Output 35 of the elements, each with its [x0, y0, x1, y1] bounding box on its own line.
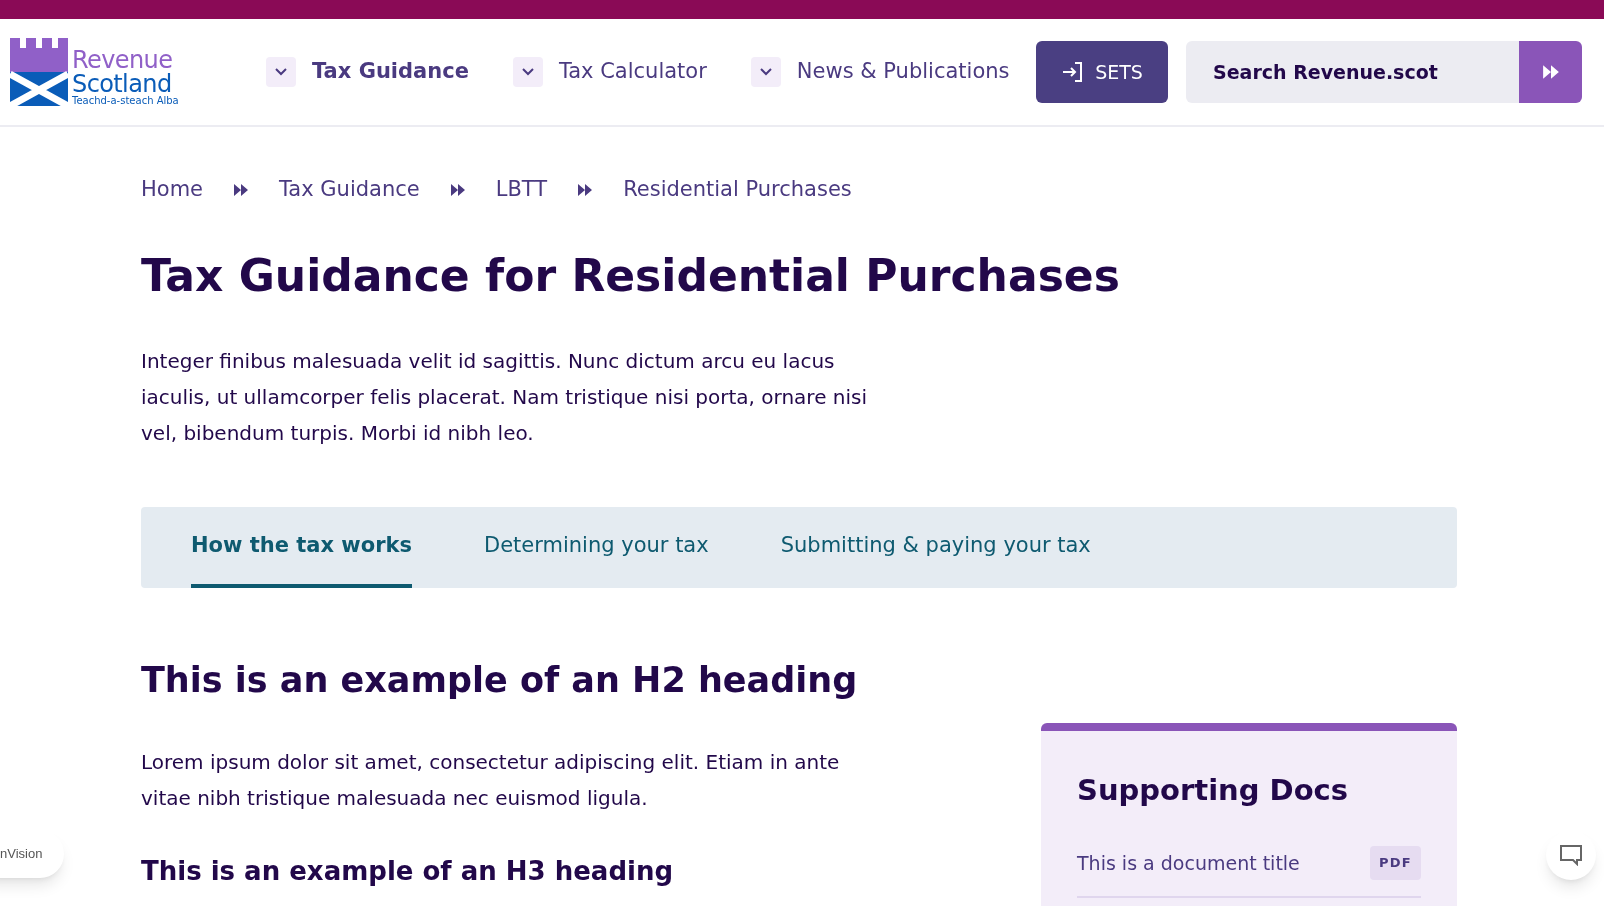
tab[interactable]: Determining your tax — [484, 506, 709, 588]
document-link[interactable]: This is a document title — [1077, 848, 1300, 877]
tab[interactable]: How the tax works — [191, 506, 412, 588]
double-arrow-icon — [233, 181, 249, 198]
card-title: Supporting Docs — [1077, 771, 1350, 809]
double-arrow-icon — [577, 181, 594, 198]
speech-bubble-icon — [1559, 844, 1583, 866]
logo-text: Scotland — [72, 72, 172, 96]
search-button[interactable] — [1519, 41, 1582, 103]
logo-text: Revenue — [72, 48, 174, 72]
body-paragraph: Lorem ipsum dolor sit amet, consectetur adipiscing elit. Etiam in ante vitae nibh tristique malesuada nec euismod ligula. — [141, 749, 841, 812]
double-arrow-icon — [1541, 63, 1560, 81]
chevron-down-icon — [521, 68, 534, 76]
breadcrumb-link[interactable]: Residential Purchases — [623, 174, 852, 206]
breadcrumb-link[interactable]: Home — [141, 174, 203, 206]
subsection-heading: This is an example of an H3 heading — [141, 855, 675, 888]
nav-menu-item[interactable]: News & Publications — [750, 56, 1010, 88]
breadcrumb-link[interactable]: LBTT — [495, 174, 548, 206]
page-title: Tax Guidance for Residential Purchases — [141, 248, 1121, 303]
logo-tagline: Teachd-a-steach Alba — [72, 96, 179, 106]
chevron-down-icon — [759, 68, 772, 76]
nav-menu-item[interactable]: Tax Guidance — [266, 56, 469, 88]
sets-button[interactable]: SETS — [1036, 41, 1168, 103]
intro-paragraph: Integer finibus malesuada velit id sagittis. Nunc dictum arcu eu lacus iaculis, ut ullamcorper felis placerat. Nam tristique nisi porta, ornare nisi vel, bibendum turpis. Morbi id nibh leo. — [141, 347, 868, 447]
castle-saltire-icon — [10, 38, 68, 106]
logo[interactable]: Revenue Scotland Teachd-a-steach Alba — [10, 38, 242, 106]
section-heading: This is an example of an H2 heading — [141, 658, 859, 702]
chevron-down-icon — [275, 68, 287, 76]
tab[interactable]: Submitting & paying your tax — [780, 506, 1091, 588]
file-type-badge: PDF — [1369, 846, 1421, 880]
breadcrumb-link[interactable]: Tax Guidance — [279, 174, 420, 206]
search-field[interactable]: Search Revenue.scot — [1186, 41, 1519, 103]
nav-menu-item[interactable]: Tax Calculator — [512, 56, 707, 88]
double-arrow-icon — [449, 181, 466, 198]
floating-badge[interactable]: nVision — [0, 830, 65, 878]
